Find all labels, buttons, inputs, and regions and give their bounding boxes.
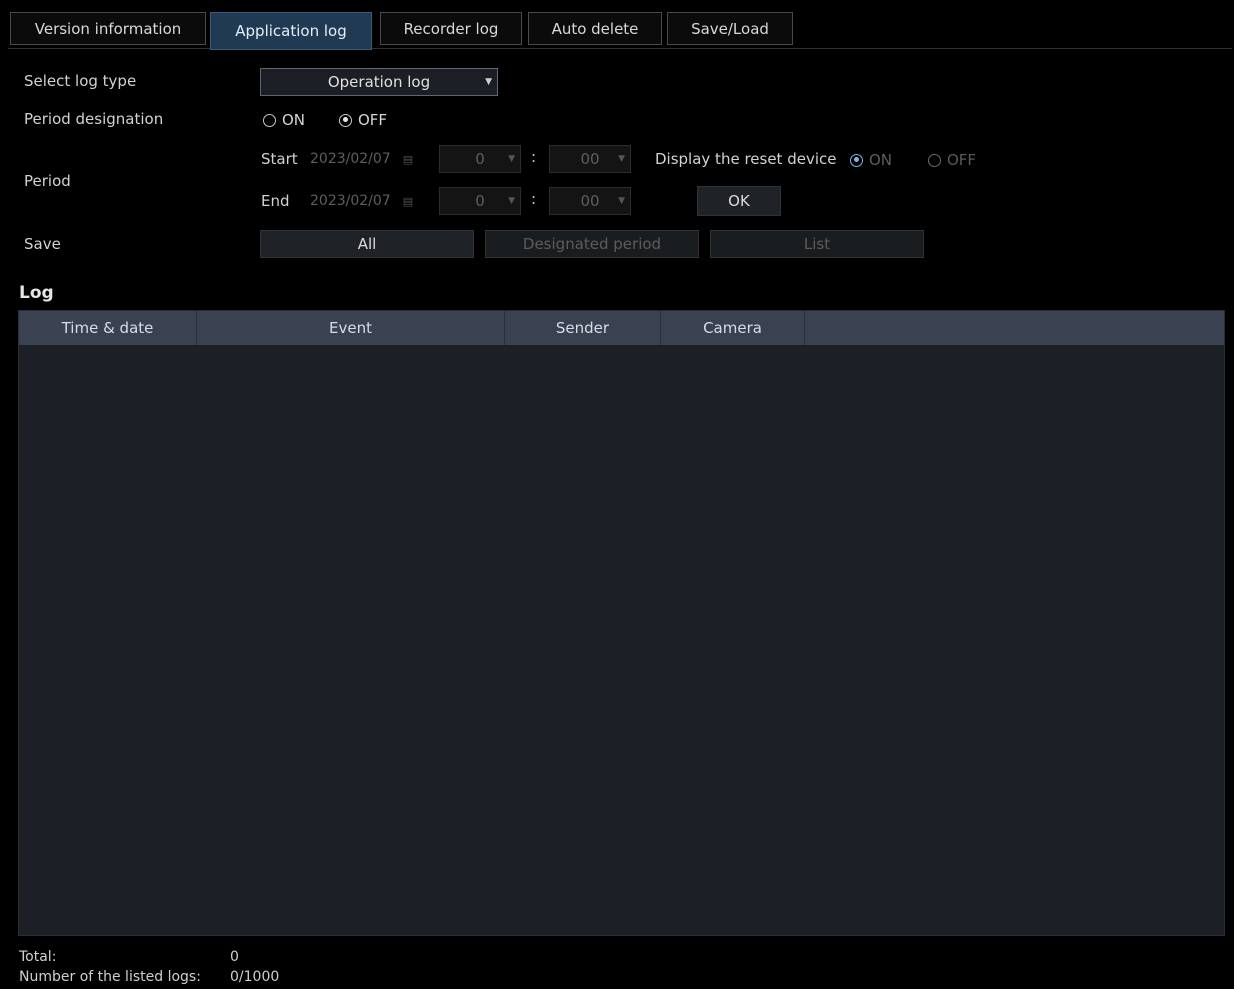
calendar-icon: ▤ xyxy=(402,194,414,208)
save-all-button[interactable]: All xyxy=(260,230,474,258)
tab-label: Save/Load xyxy=(691,19,769,38)
column-header-empty xyxy=(805,311,1224,345)
time-colon: : xyxy=(531,148,537,166)
radio-label: ON xyxy=(282,111,306,129)
time-colon: : xyxy=(531,190,537,208)
tab-save-load[interactable]: Save/Load xyxy=(667,12,793,45)
radio-unchecked-icon xyxy=(263,113,276,127)
start-hour-select[interactable]: 0 ▼ xyxy=(439,145,521,173)
save-list-button[interactable]: List xyxy=(710,230,924,258)
period-designation-off-radio[interactable]: OFF xyxy=(339,111,387,129)
start-minute-select[interactable]: 00 ▼ xyxy=(549,145,631,173)
start-date-value: 2023/02/07 xyxy=(310,151,391,167)
column-header-event[interactable]: Event xyxy=(197,311,505,345)
ok-button[interactable]: OK xyxy=(697,186,781,216)
period-designation-on-radio[interactable]: ON xyxy=(263,111,305,129)
column-header-label: Time & date xyxy=(61,319,154,337)
save-designated-period-button[interactable]: Designated period xyxy=(485,230,699,258)
start-minute-value: 00 xyxy=(580,150,600,168)
tab-version-information[interactable]: Version information xyxy=(10,12,206,45)
total-label: Total: xyxy=(19,949,57,965)
radio-label: OFF xyxy=(358,111,388,129)
radio-checked-icon xyxy=(850,153,863,167)
save-all-label: All xyxy=(357,235,377,253)
end-label: End xyxy=(261,192,290,210)
save-designated-label: Designated period xyxy=(522,235,662,253)
tab-bar: Version information Application log Reco… xyxy=(8,12,1232,50)
reset-device-label: Display the reset device xyxy=(655,150,837,168)
tab-label: Version information xyxy=(34,19,182,38)
radio-unchecked-icon xyxy=(928,153,941,167)
column-header-camera[interactable]: Camera xyxy=(661,311,805,345)
listed-logs-label: Number of the listed logs: xyxy=(19,969,201,985)
chevron-down-icon: ▼ xyxy=(618,154,625,164)
tab-label: Auto delete xyxy=(551,19,639,38)
column-header-sender[interactable]: Sender xyxy=(505,311,661,345)
tab-recorder-log[interactable]: Recorder log xyxy=(380,12,522,45)
log-section-title: Log xyxy=(19,283,54,303)
radio-checked-icon xyxy=(339,113,352,127)
column-header-label: Event xyxy=(329,319,372,337)
calendar-icon: ▤ xyxy=(402,152,414,166)
end-minute-value: 00 xyxy=(580,192,600,210)
end-hour-select[interactable]: 0 ▼ xyxy=(439,187,521,215)
save-list-label: List xyxy=(803,235,831,253)
start-hour-value: 0 xyxy=(475,150,485,168)
listed-logs-value: 0/1000 xyxy=(230,969,280,985)
log-table-header: Time & date Event Sender Camera xyxy=(19,311,1224,345)
tab-label: Recorder log xyxy=(403,19,499,38)
tab-auto-delete[interactable]: Auto delete xyxy=(528,12,662,45)
chevron-down-icon: ▼ xyxy=(618,196,625,206)
chevron-down-icon: ▼ xyxy=(508,154,515,164)
end-date-field[interactable]: 2023/02/07 ▤ xyxy=(304,187,428,215)
save-label: Save xyxy=(24,235,61,253)
tab-label: Application log xyxy=(235,22,347,40)
start-date-field[interactable]: 2023/02/07 ▤ xyxy=(304,145,428,173)
end-hour-value: 0 xyxy=(475,192,485,210)
end-minute-select[interactable]: 00 ▼ xyxy=(549,187,631,215)
period-label: Period xyxy=(24,172,71,190)
log-table[interactable]: Time & date Event Sender Camera xyxy=(18,310,1225,936)
radio-label: ON xyxy=(869,151,893,169)
column-header-label: Camera xyxy=(703,319,762,337)
period-designation-label: Period designation xyxy=(24,110,164,128)
ok-button-label: OK xyxy=(728,192,750,210)
log-type-select[interactable]: Operation log ▼ xyxy=(260,68,498,96)
end-date-value: 2023/02/07 xyxy=(310,193,391,209)
start-label: Start xyxy=(261,150,298,168)
chevron-down-icon: ▼ xyxy=(485,77,492,87)
chevron-down-icon: ▼ xyxy=(508,196,515,206)
reset-device-on-radio[interactable]: ON xyxy=(850,151,892,169)
reset-device-off-radio[interactable]: OFF xyxy=(928,151,976,169)
column-header-label: Sender xyxy=(555,319,610,337)
radio-label: OFF xyxy=(947,151,977,169)
tab-application-log[interactable]: Application log xyxy=(210,12,372,50)
total-value: 0 xyxy=(230,949,239,965)
log-type-value: Operation log xyxy=(327,73,431,91)
column-header-time-date[interactable]: Time & date xyxy=(19,311,197,345)
log-type-label: Select log type xyxy=(24,72,137,90)
